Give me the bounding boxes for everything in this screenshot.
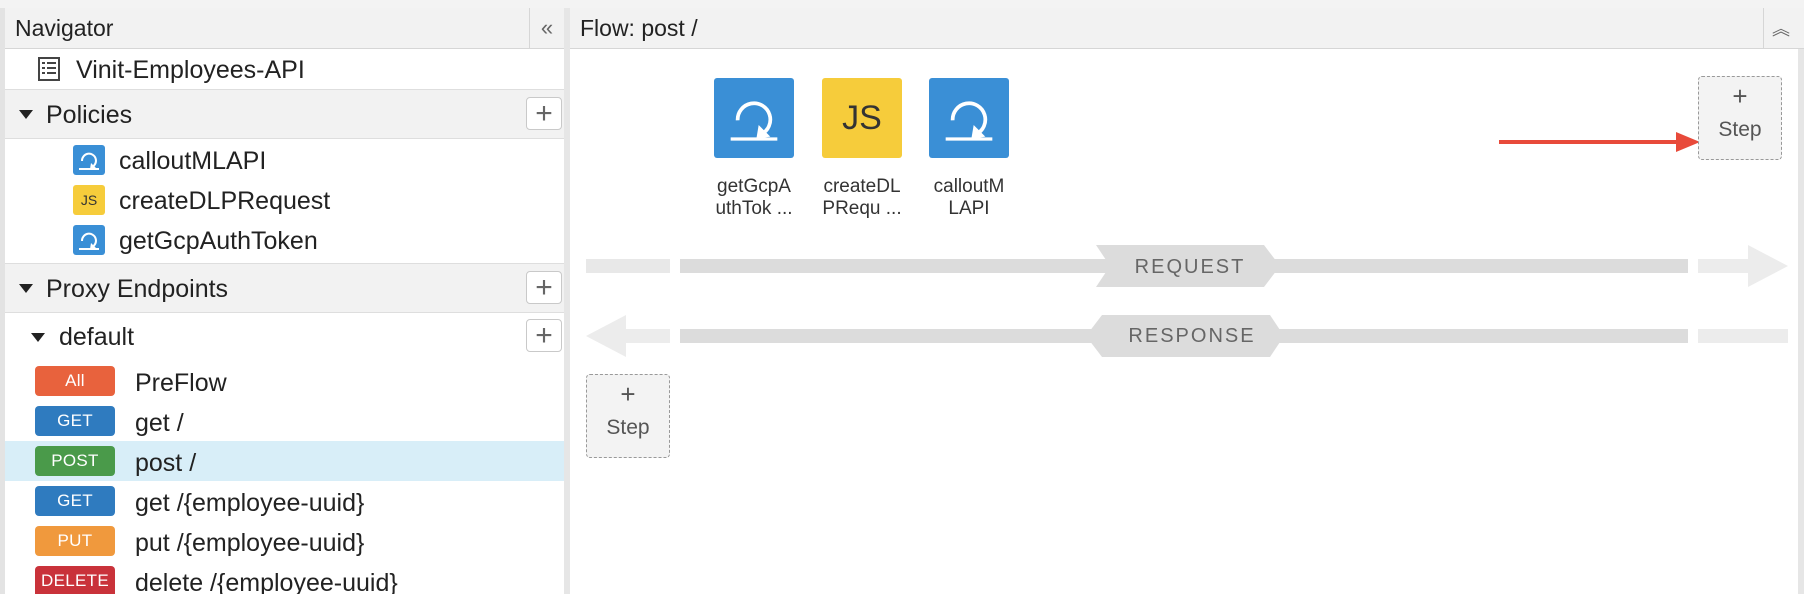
verb-badge: PUT — [35, 526, 115, 556]
step-caption-line: LAPI — [948, 198, 990, 219]
plus-icon: + — [620, 379, 636, 409]
plus-icon: + — [535, 270, 553, 304]
navigator-panel: Navigator « Vinit-Employees-API Policies… — [0, 8, 564, 594]
navigator-title: Navigator — [15, 15, 114, 41]
collapse-navigator-button[interactable]: « — [529, 8, 564, 48]
plus-icon: + — [1732, 81, 1748, 111]
request-lane-left-stub — [586, 259, 670, 273]
request-label: REQUEST — [1134, 256, 1246, 278]
service-callout-icon — [73, 145, 105, 175]
step-caption-line: PRequ ... — [822, 198, 902, 219]
document-list-icon — [38, 57, 60, 81]
plus-icon: + — [535, 96, 553, 130]
add-step-label: Step — [1718, 118, 1762, 141]
endpoint-default[interactable]: default + — [5, 313, 564, 361]
step-caption-line: getGcpA — [717, 176, 791, 197]
flow-item-put-employee[interactable]: PUT put /{employee-uuid} — [5, 521, 564, 561]
api-proxy-item[interactable]: Vinit-Employees-API — [5, 49, 564, 89]
section-proxy-endpoints[interactable]: Proxy Endpoints + — [5, 263, 564, 313]
response-lane-right-stub — [1698, 329, 1788, 343]
section-policies[interactable]: Policies + — [5, 89, 564, 139]
expand-triangle-icon[interactable] — [31, 333, 45, 342]
step-createdlprequest[interactable]: JS — [822, 78, 902, 158]
response-lane-left-stub — [626, 329, 670, 343]
flow-label: get /{employee-uuid} — [135, 489, 365, 517]
section-proxy-endpoints-label: Proxy Endpoints — [46, 275, 229, 303]
add-policy-button[interactable]: + — [526, 97, 562, 130]
policy-label: calloutMLAPI — [119, 147, 267, 175]
policy-label: getGcpAuthToken — [119, 227, 318, 255]
flow-header: Flow: post / ︽ — [570, 8, 1804, 49]
add-flow-button[interactable]: + — [526, 319, 562, 352]
step-caption-line: calloutM — [933, 176, 1005, 197]
request-arrow-head-icon — [1748, 245, 1788, 287]
next-verb-badge-partial — [35, 588, 115, 594]
verb-badge: All — [35, 366, 115, 396]
policy-item-getgcpauthtoken[interactable]: getGcpAuthToken — [5, 219, 564, 259]
flow-item-preflow[interactable]: All PreFlow — [5, 361, 564, 401]
step-calloutmlapi[interactable] — [929, 78, 1009, 158]
response-label: RESPONSE — [1128, 325, 1256, 347]
response-arrow-head-icon — [586, 315, 626, 357]
flow-panel: Flow: post / ︽ REQUEST RESPONSE getGcpA … — [570, 8, 1804, 594]
step-caption: calloutM LAPI — [921, 176, 1017, 220]
step-caption-line: uthTok ... — [715, 198, 793, 219]
flow-item-post[interactable]: POST post / — [5, 441, 564, 481]
api-proxy-name: Vinit-Employees-API — [76, 56, 305, 84]
flow-label: post / — [135, 449, 197, 477]
navigator-header: Navigator « — [5, 8, 564, 49]
add-proxy-endpoint-button[interactable]: + — [526, 271, 562, 304]
double-chevron-up-icon: ︽ — [1772, 19, 1790, 39]
flow-title: Flow: post / — [580, 15, 698, 41]
policy-label: createDLPRequest — [119, 187, 331, 215]
step-caption: createDL PRequ ... — [814, 176, 910, 220]
flow-label: get / — [135, 409, 184, 437]
add-request-step-button[interactable]: + Step — [1698, 76, 1782, 160]
plus-icon: + — [535, 318, 553, 352]
flow-item-get[interactable]: GET get / — [5, 401, 564, 441]
verb-badge: GET — [35, 486, 115, 516]
policy-item-createdlprequest[interactable]: JS createDLPRequest — [5, 179, 564, 219]
step-getgcpauthtoken[interactable] — [714, 78, 794, 158]
javascript-icon: JS — [842, 98, 882, 137]
double-chevron-left-icon: « — [540, 15, 554, 40]
expand-triangle-icon[interactable] — [19, 110, 33, 119]
service-callout-icon — [73, 225, 105, 255]
service-callout-icon — [945, 101, 993, 141]
expand-flow-button[interactable]: ︽ — [1763, 8, 1798, 48]
flow-label: delete /{employee-uuid} — [135, 569, 398, 594]
add-step-label: Step — [606, 416, 650, 439]
verb-badge: GET — [35, 406, 115, 436]
javascript-icon: JS — [73, 185, 105, 215]
step-caption-line: createDL — [823, 176, 901, 197]
flow-label: put /{employee-uuid} — [135, 529, 365, 557]
expand-triangle-icon[interactable] — [19, 284, 33, 293]
policy-item-calloutmlapi[interactable]: calloutMLAPI — [5, 139, 564, 179]
annotation-arrow-head-icon — [1676, 132, 1700, 152]
request-lane-right-stub — [1698, 259, 1748, 273]
add-response-step-button[interactable]: + Step — [586, 374, 670, 458]
verb-badge: POST — [35, 446, 115, 476]
service-callout-icon — [730, 101, 778, 141]
section-policies-label: Policies — [46, 101, 133, 129]
step-caption: getGcpA uthTok ... — [706, 176, 802, 220]
flow-label: PreFlow — [135, 369, 227, 397]
flow-item-get-employee[interactable]: GET get /{employee-uuid} — [5, 481, 564, 521]
endpoint-label: default — [59, 323, 135, 351]
